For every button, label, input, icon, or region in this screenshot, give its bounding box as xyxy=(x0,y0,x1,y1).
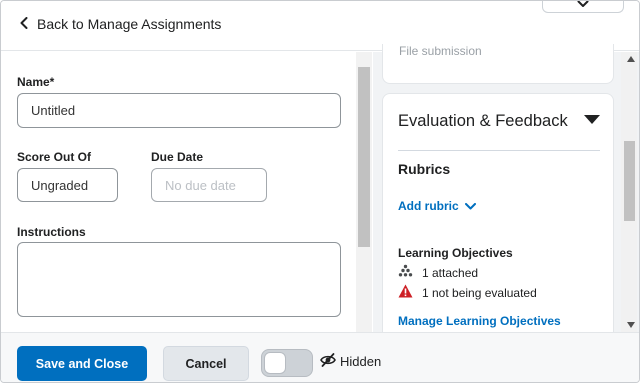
left-panel: Name* Untitled Score Out Of Ungraded Due… xyxy=(1,52,373,332)
lo-attached-row: 1 attached xyxy=(398,264,478,281)
name-input[interactable]: Untitled xyxy=(17,93,341,128)
submission-card: File submission xyxy=(382,44,614,84)
lo-warning-row: 1 not being evaluated xyxy=(398,284,537,301)
footer: Save and Close Cancel Hidden xyxy=(1,332,639,382)
cancel-button[interactable]: Cancel xyxy=(163,346,249,381)
score-input[interactable]: Ungraded xyxy=(17,168,118,202)
eye-slash-icon xyxy=(320,353,336,370)
learning-objectives-heading: Learning Objectives xyxy=(398,246,513,260)
instructions-label: Instructions xyxy=(17,225,86,239)
section-divider xyxy=(398,150,600,151)
chevron-down-icon xyxy=(577,1,589,13)
due-date-input[interactable]: No due date xyxy=(151,168,267,202)
scroll-down-icon[interactable] xyxy=(627,322,635,328)
back-link[interactable]: Back to Manage Assignments xyxy=(19,16,221,32)
evaluation-feedback-card: Evaluation & Feedback Rubrics Add rubric… xyxy=(382,93,614,343)
lo-warning-text: 1 not being evaluated xyxy=(422,285,537,300)
submission-type-text: File submission xyxy=(399,44,482,58)
manage-learning-objectives-link[interactable]: Manage Learning Objectives xyxy=(398,314,561,328)
back-link-label: Back to Manage Assignments xyxy=(37,16,222,32)
right-scrollbar-thumb[interactable] xyxy=(624,141,635,221)
visibility-toggle[interactable] xyxy=(261,349,313,377)
scroll-up-icon[interactable] xyxy=(627,56,635,62)
add-rubric-label: Add rubric xyxy=(398,199,459,213)
add-rubric-button[interactable]: Add rubric xyxy=(398,199,476,213)
warning-icon xyxy=(398,284,413,301)
assignment-editor: Back to Manage Assignments Name* Untitle… xyxy=(0,0,640,383)
toggle-knob xyxy=(264,352,286,374)
chevron-left-icon xyxy=(19,16,29,32)
name-label: Name* xyxy=(17,75,55,89)
lo-attached-text: 1 attached xyxy=(422,265,479,280)
left-scrollbar-thumb[interactable] xyxy=(358,67,370,247)
objectives-icon xyxy=(398,264,413,281)
save-and-close-button[interactable]: Save and Close xyxy=(17,346,147,381)
right-panel: File submission Evaluation & Feedback Ru… xyxy=(373,44,639,343)
instructions-textarea[interactable] xyxy=(17,242,341,317)
score-label: Score Out Of xyxy=(17,150,92,164)
rubrics-heading: Rubrics xyxy=(398,161,451,177)
visibility-status: Hidden xyxy=(320,353,381,370)
collapse-button[interactable] xyxy=(542,1,624,13)
chevron-down-icon xyxy=(464,199,476,213)
due-date-label: Due Date xyxy=(151,150,204,164)
section-title: Evaluation & Feedback xyxy=(398,112,568,130)
visibility-label: Hidden xyxy=(340,354,382,369)
caret-down-icon[interactable] xyxy=(584,115,600,124)
